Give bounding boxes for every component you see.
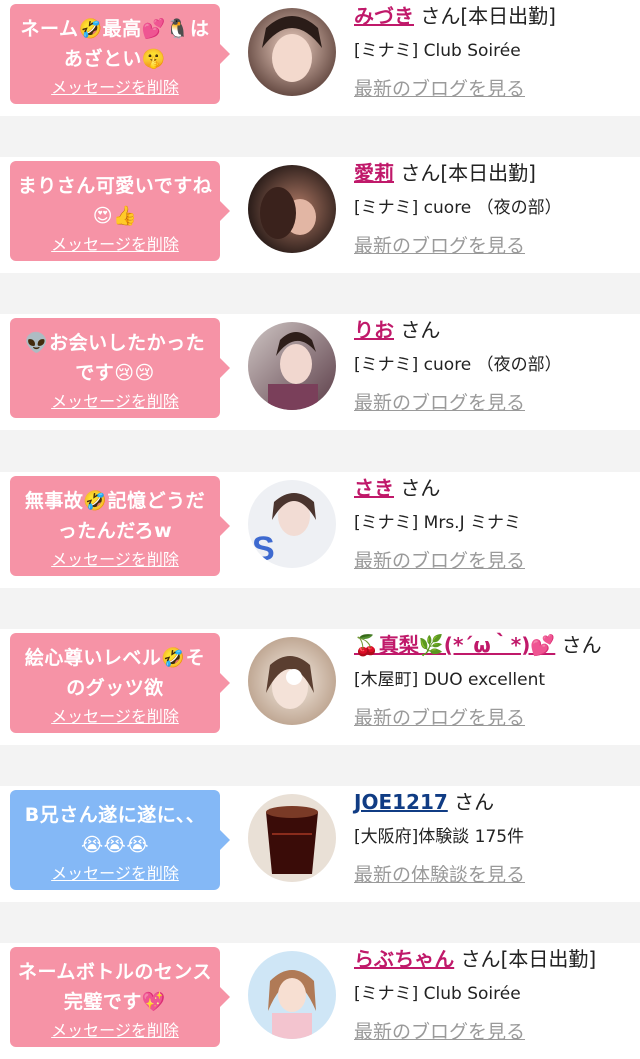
message-text: まりさん可愛いですね😍👍 <box>17 175 213 227</box>
message-card: 絵心尊いレベル🤣そのグッツ欲 メッセージを削除 🍒真梨🌿(*´ω｀*)💕 さん … <box>0 629 640 745</box>
latest-blog-link[interactable]: 最新のブログを見る <box>354 1017 525 1044</box>
message-card: 👽お会いしたかったです😢😢 メッセージを削除 りお さん [ミナミ] cuore… <box>0 314 640 430</box>
san-suffix: さん <box>400 476 441 500</box>
shop-name: [ミナミ] cuore （夜の部） <box>354 355 562 375</box>
name-row: らぶちゃん さん[本日出勤] <box>354 943 596 972</box>
message-bubble: 無事故🤣記憶どうだったんだろw メッセージを削除 <box>10 476 230 576</box>
girl-avatar[interactable] <box>248 637 336 725</box>
latest-blog-link[interactable]: 最新のブログを見る <box>354 74 525 101</box>
latest-review-link[interactable]: 最新の体験談を見る <box>354 860 525 887</box>
message-bubble: ネーム🤣最高💕🐧はあざとい🤫 メッセージを削除 <box>10 4 230 104</box>
message-card: ネーム🤣最高💕🐧はあざとい🤫 メッセージを削除 みづき さん[本日出勤] [ミナ… <box>0 0 640 116</box>
message-text: ネーム🤣最高💕🐧はあざとい🤫 <box>20 18 210 70</box>
latest-blog-link[interactable]: 最新のブログを見る <box>354 388 525 415</box>
girl-avatar[interactable] <box>248 165 336 253</box>
message-bubble: 👽お会いしたかったです😢😢 メッセージを削除 <box>10 318 230 418</box>
name-row: 🍒真梨🌿(*´ω｀*)💕 さん <box>354 629 602 658</box>
message-card: 無事故🤣記憶どうだったんだろw メッセージを削除 S さき さん [ミナミ] M… <box>0 472 640 588</box>
message-text: 👽お会いしたかったです😢😢 <box>24 332 206 384</box>
girl-avatar[interactable] <box>248 8 336 96</box>
san-suffix: さん <box>400 161 441 185</box>
girl-name-link[interactable]: みづき <box>354 4 414 28</box>
shop-name: [ミナミ] Mrs.J ミナミ <box>354 513 522 533</box>
san-suffix: さん <box>400 318 441 342</box>
message-card: ネームボトルのセンス完璧です💖 メッセージを削除 らぶちゃん さん[本日出勤] … <box>0 943 640 1059</box>
shop-name: [ミナミ] Club Soirée <box>354 984 521 1004</box>
san-suffix: さん <box>561 633 602 657</box>
illustration-avatar[interactable] <box>248 951 336 1039</box>
san-suffix: さん <box>420 4 461 28</box>
delete-message-link[interactable]: メッセージを削除 <box>10 1017 220 1041</box>
message-bubble: B兄さん遂に遂に、、😭😭😭 メッセージを削除 <box>10 790 230 890</box>
delete-message-link[interactable]: メッセージを削除 <box>10 860 220 884</box>
latest-blog-link[interactable]: 最新のブログを見る <box>354 546 525 573</box>
delete-message-link[interactable]: メッセージを削除 <box>10 74 220 98</box>
girl-name-link[interactable]: さき <box>354 476 394 500</box>
girl-name-link[interactable]: 愛莉 <box>354 161 394 185</box>
san-suffix: さん <box>454 790 495 814</box>
work-status: [本日出勤] <box>460 4 556 28</box>
message-text: B兄さん遂に遂に、、😭😭😭 <box>24 804 206 856</box>
delete-message-link[interactable]: メッセージを削除 <box>10 703 220 727</box>
name-row: 愛莉 さん[本日出勤] <box>354 157 536 186</box>
delete-message-link[interactable]: メッセージを削除 <box>10 231 220 255</box>
message-text: 絵心尊いレベル🤣そのグッツ欲 <box>24 647 206 699</box>
drink-glass-avatar[interactable] <box>248 794 336 882</box>
work-status: [本日出勤] <box>500 947 597 971</box>
girl-avatar[interactable]: S <box>248 480 336 568</box>
review-info: [大阪府]体験談 175件 <box>354 827 525 847</box>
girl-name-link[interactable]: りお <box>354 318 394 342</box>
message-bubble: まりさん可愛いですね😍👍 メッセージを削除 <box>10 161 230 261</box>
message-bubble: 絵心尊いレベル🤣そのグッツ欲 メッセージを削除 <box>10 633 230 733</box>
girl-name-link[interactable]: らぶちゃん <box>354 947 454 971</box>
name-row: さき さん <box>354 472 440 501</box>
name-row: りお さん <box>354 314 440 343</box>
work-status: [本日出勤] <box>440 161 536 185</box>
message-card: B兄さん遂に遂に、、😭😭😭 メッセージを削除 JOE1217 さん [大阪府]体… <box>0 786 640 902</box>
girl-avatar[interactable] <box>248 322 336 410</box>
shop-name: [ミナミ] cuore （夜の部） <box>354 198 562 218</box>
svg-text:S: S <box>252 530 275 568</box>
message-text: 無事故🤣記憶どうだったんだろw <box>24 490 206 542</box>
shop-name: [ミナミ] Club Soirée <box>354 41 521 61</box>
delete-message-link[interactable]: メッセージを削除 <box>10 388 220 412</box>
shop-name: [木屋町] DUO excellent <box>354 670 546 690</box>
san-suffix: さん <box>460 947 501 971</box>
name-row: みづき さん[本日出勤] <box>354 0 556 29</box>
message-text: ネームボトルのセンス完璧です💖 <box>17 961 213 1013</box>
name-row: JOE1217 さん <box>354 786 494 815</box>
latest-blog-link[interactable]: 最新のブログを見る <box>354 231 525 258</box>
latest-blog-link[interactable]: 最新のブログを見る <box>354 703 525 730</box>
message-card: まりさん可愛いですね😍👍 メッセージを削除 愛莉 さん[本日出勤] [ミナミ] … <box>0 157 640 273</box>
delete-message-link[interactable]: メッセージを削除 <box>10 546 220 570</box>
message-bubble: ネームボトルのセンス完璧です💖 メッセージを削除 <box>10 947 230 1047</box>
user-name-link[interactable]: JOE1217 <box>354 790 448 814</box>
girl-name-link[interactable]: 🍒真梨🌿(*´ω｀*)💕 <box>354 633 555 657</box>
